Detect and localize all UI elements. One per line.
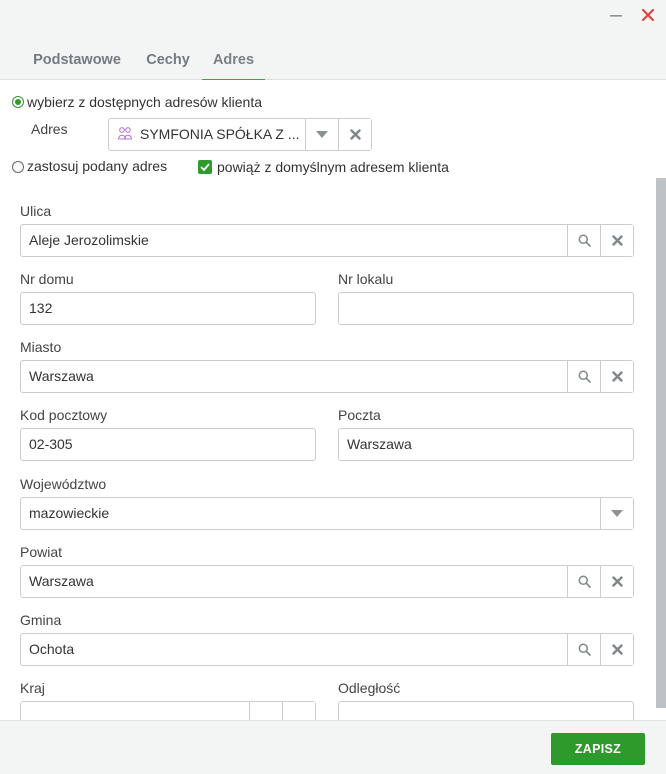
voivodeship-label: Województwo [20, 476, 107, 492]
county-label: Powiat [20, 544, 63, 560]
country-label: Kraj [20, 680, 45, 696]
city-search-button[interactable] [567, 361, 600, 392]
search-icon [578, 643, 591, 656]
county-search-button[interactable] [567, 566, 600, 597]
post-office-field[interactable]: Warszawa [338, 428, 634, 461]
city-field[interactable]: Warszawa [20, 360, 634, 393]
commune-label: Gmina [20, 612, 62, 628]
house-no-label: Nr domu [20, 271, 74, 287]
company-icon [117, 126, 133, 145]
radio-existing-address-label: wybierz z dostępnych adresów klienta [27, 94, 263, 110]
country-clear-button[interactable] [282, 702, 315, 720]
clear-icon [611, 235, 623, 246]
address-clear-button[interactable] [338, 119, 371, 150]
clear-icon [611, 644, 623, 655]
commune-value: Ochota [29, 641, 75, 657]
link-default-label: powiąż z domyślnym adresem klienta [217, 159, 449, 175]
commune-search-button[interactable] [567, 634, 600, 665]
street-value: Aleje Jerozolimskie [29, 232, 149, 248]
link-default-checkbox[interactable] [198, 160, 212, 174]
voivodeship-value: mazowieckie [29, 505, 110, 521]
clear-icon [611, 371, 623, 382]
post-office-value: Warszawa [347, 436, 412, 452]
street-field[interactable]: Aleje Jerozolimskie [20, 224, 634, 257]
distance-field[interactable] [338, 701, 634, 720]
address-select[interactable]: SYMFONIA SPÓŁKA Z ... [108, 118, 372, 151]
postal-code-field[interactable]: 02-305 [20, 428, 316, 461]
radio-existing-address[interactable] [12, 96, 24, 108]
checkmark-icon [200, 163, 210, 171]
scrollbar[interactable] [656, 178, 666, 708]
city-label: Miasto [20, 339, 62, 355]
distance-label: Odległość [338, 680, 401, 696]
close-icon [642, 9, 654, 21]
address-panel: wybierz z dostępnych adresów klienta Adr… [0, 80, 666, 720]
apartment-no-field[interactable] [338, 292, 634, 325]
title-bar [0, 0, 666, 36]
radio-custom-address[interactable] [12, 161, 24, 173]
address-select-value: SYMFONIA SPÓŁKA Z ... [140, 126, 300, 142]
minimize-button[interactable] [604, 4, 628, 26]
tab-adres[interactable]: Adres [202, 36, 265, 81]
tab-bar: Podstawowe Cechy Adres [0, 36, 666, 81]
house-no-field[interactable]: 132 [20, 292, 316, 325]
tab-cechy[interactable]: Cechy [144, 36, 192, 80]
minimize-icon [610, 15, 622, 17]
tab-podstawowe[interactable]: Podstawowe [30, 36, 124, 80]
save-button[interactable]: ZAPISZ [551, 733, 645, 765]
clear-icon [349, 129, 361, 140]
city-value: Warszawa [29, 368, 94, 384]
commune-field[interactable]: Ochota [20, 633, 634, 666]
street-search-button[interactable] [567, 225, 600, 256]
voivodeship-select[interactable]: mazowieckie [20, 497, 634, 530]
search-icon [578, 575, 591, 588]
country-search-button[interactable] [249, 702, 282, 720]
search-icon [578, 234, 591, 247]
house-no-value: 132 [29, 300, 53, 316]
chevron-down-icon [316, 131, 328, 138]
close-button[interactable] [636, 4, 660, 26]
search-icon [578, 370, 591, 383]
radio-custom-address-label: zastosuj podany adres [27, 158, 168, 174]
county-value: Warszawa [29, 573, 94, 589]
street-clear-button[interactable] [600, 225, 633, 256]
apartment-no-label: Nr lokalu [338, 271, 394, 287]
postal-code-value: 02-305 [29, 436, 73, 452]
county-field[interactable]: Warszawa [20, 565, 634, 598]
commune-clear-button[interactable] [600, 634, 633, 665]
city-clear-button[interactable] [600, 361, 633, 392]
dialog-footer: ZAPISZ [0, 720, 666, 774]
postal-code-label: Kod pocztowy [20, 407, 108, 423]
chevron-down-icon [611, 510, 623, 517]
street-label: Ulica [20, 203, 52, 219]
country-field[interactable] [20, 701, 316, 720]
clear-icon [611, 576, 623, 587]
county-clear-button[interactable] [600, 566, 633, 597]
voivodeship-dropdown-button[interactable] [600, 498, 633, 529]
address-select-label: Adres [31, 121, 68, 137]
address-dropdown-button[interactable] [305, 119, 338, 150]
post-office-label: Poczta [338, 407, 381, 423]
